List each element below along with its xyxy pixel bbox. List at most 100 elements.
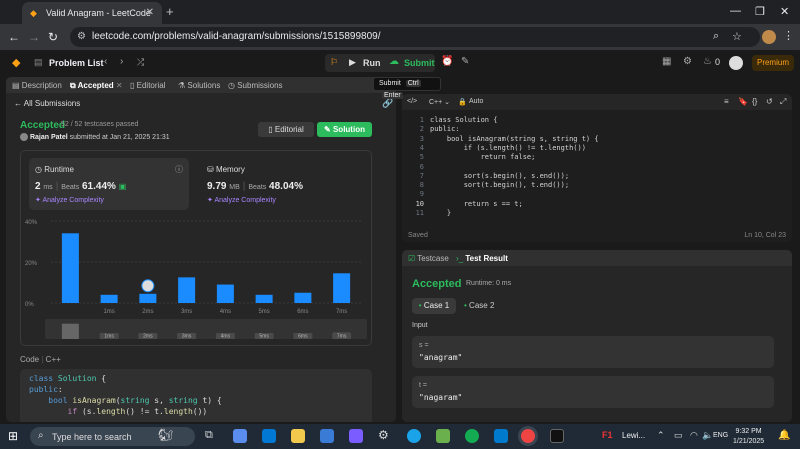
- streak-count: 0: [715, 57, 721, 67]
- restore-icon[interactable]: ❐: [755, 5, 765, 18]
- code-line[interactable]: public:: [430, 125, 460, 133]
- tab-submissions[interactable]: ◷ Submissions: [228, 81, 283, 90]
- auto-mode[interactable]: Auto: [449, 98, 483, 105]
- leetcode-logo-icon[interactable]: ◆: [12, 56, 20, 69]
- format-icon[interactable]: ≡: [724, 97, 729, 106]
- memory-card[interactable]: ⛁ Memory 9.79 MB | Beats 48.04% ✦ Analyze …: [201, 158, 361, 210]
- tray-chevron-icon[interactable]: ⌃: [657, 430, 665, 441]
- analyze-complexity-link-memory[interactable]: ✦ Analyze Complexity: [207, 196, 276, 204]
- prev-problem-icon[interactable]: ‹: [104, 56, 107, 67]
- reload-icon[interactable]: ↻: [48, 30, 58, 44]
- analyze-complexity-link[interactable]: ✦ Analyze Complexity: [35, 196, 104, 204]
- case-2-tab[interactable]: • Case 2: [464, 298, 504, 314]
- shuffle-icon[interactable]: ⤮: [137, 57, 144, 68]
- code-line[interactable]: return s == t;: [430, 200, 523, 208]
- info-icon[interactable]: ⓘ: [175, 164, 183, 175]
- tab-solutions[interactable]: ⚗ Solutions: [178, 81, 220, 90]
- code-line[interactable]: if (s.length() != t.length()): [430, 144, 586, 152]
- upload-icon[interactable]: ☁: [389, 56, 399, 67]
- user-avatar[interactable]: [729, 56, 743, 70]
- submit-button[interactable]: Submit: [404, 58, 435, 68]
- code-line[interactable]: return false;: [430, 153, 536, 161]
- file-explorer-icon[interactable]: [291, 429, 305, 443]
- language-select[interactable]: C++ ⌄: [429, 98, 450, 106]
- code-line[interactable]: class Solution {: [430, 116, 497, 124]
- leetcode-navbar: ◆ ▤ Problem List ‹ › ⤮ ⚐ ▶ Run ☁ Submit …: [0, 50, 800, 76]
- problem-list-link[interactable]: Problem List: [49, 58, 104, 68]
- close-window-icon[interactable]: ✕: [780, 5, 789, 18]
- tab-testcase[interactable]: ☑ Testcase: [408, 254, 449, 263]
- zoom-icon[interactable]: ⌕: [713, 30, 719, 43]
- bookmark-icon[interactable]: 🔖: [738, 97, 748, 106]
- fullscreen-icon[interactable]: ⤢: [780, 97, 786, 107]
- case-1-tab[interactable]: • Case 1: [412, 298, 456, 314]
- tab-description[interactable]: ▤ Description: [12, 81, 62, 90]
- all-submissions-link[interactable]: ← All Submissions: [14, 99, 80, 108]
- url-text[interactable]: leetcode.com/problems/valid-anagram/subm…: [92, 31, 381, 42]
- minimize-icon[interactable]: —: [730, 5, 741, 17]
- code-editor[interactable]: </> C++ ⌄ 🔒 Auto ≡ 🔖 {} ↺ ⤢ 1 2 3 4 5 6 7 8 9 10 1…: [402, 94, 792, 242]
- layout-icon[interactable]: ▦: [662, 56, 671, 67]
- line-number: 1: [419, 116, 424, 124]
- windows-start-icon[interactable]: ⊞: [8, 429, 18, 443]
- timer-icon[interactable]: ⏰: [441, 56, 453, 67]
- app-cube-icon[interactable]: [436, 429, 450, 443]
- code-line[interactable]: }: [430, 209, 451, 217]
- forward-icon[interactable]: →: [28, 30, 40, 44]
- code-line[interactable]: sort(t.begin(), t.end());: [430, 181, 569, 189]
- tab-editorial[interactable]: ▯ Editorial: [130, 81, 166, 90]
- reset-icon[interactable]: ↺: [766, 97, 773, 106]
- search-highlight-icon: 🐿: [158, 428, 174, 442]
- back-icon[interactable]: ←: [8, 30, 20, 44]
- settings-icon[interactable]: ⚙: [378, 428, 389, 442]
- braces-icon[interactable]: {}: [752, 97, 757, 106]
- taskbar-clock[interactable]: 9:32 PM 1/21/2025: [733, 427, 764, 447]
- taskbar-search[interactable]: ⌕ Type here to search 🐿: [30, 427, 195, 446]
- media-player-icon[interactable]: [349, 429, 363, 443]
- solution-button[interactable]: ✎ Solution: [317, 122, 372, 137]
- outlook-icon[interactable]: [262, 429, 276, 443]
- battery-icon[interactable]: ▭: [674, 430, 683, 441]
- runtime-card[interactable]: ◷ Runtime ⓘ 2 ms | Beats 61.44% ▣ ✦ Analyz…: [29, 158, 189, 210]
- close-tab-x-icon: ✕: [115, 81, 123, 90]
- f1-widget-icon[interactable]: F1: [602, 430, 613, 440]
- debug-icon[interactable]: ⚐: [330, 57, 338, 68]
- browser-tab[interactable]: ◆ Valid Anagram - LeetCode ✕: [22, 2, 162, 24]
- x-tick-label: 2ms: [142, 309, 153, 315]
- code-line[interactable]: bool isAnagram(string s, string t) {: [430, 135, 599, 143]
- task-view-icon[interactable]: ⧉: [205, 429, 213, 442]
- copilot-icon[interactable]: [233, 429, 247, 443]
- browser-menu-icon[interactable]: ⋮: [783, 29, 794, 42]
- vscode-icon[interactable]: [494, 429, 508, 443]
- bookmark-star-icon[interactable]: ☆: [732, 30, 742, 43]
- profile-avatar[interactable]: [762, 30, 776, 44]
- premium-button[interactable]: Premium: [752, 55, 794, 71]
- close-tab-icon[interactable]: ✕: [146, 7, 154, 18]
- input-language[interactable]: ENG: [713, 432, 728, 439]
- store-icon[interactable]: [320, 429, 334, 443]
- weather-widget[interactable]: Lewi...: [622, 431, 645, 440]
- chrome-icon[interactable]: [521, 429, 535, 443]
- site-info-icon[interactable]: ⚙: [77, 31, 86, 42]
- x-tick-label: 7ms: [336, 309, 347, 315]
- terminal-app-icon[interactable]: [550, 429, 564, 443]
- range-tick-label: 1ms: [104, 334, 114, 340]
- notification-bell-icon[interactable]: 🔔: [778, 430, 790, 441]
- editorial-button[interactable]: ▯ Editorial: [258, 122, 314, 137]
- next-problem-icon[interactable]: ›: [120, 56, 123, 67]
- tab-accepted[interactable]: ⧉ Accepted ✕: [70, 81, 123, 91]
- wifi-icon[interactable]: ◠: [690, 430, 698, 441]
- run-button[interactable]: Run: [363, 58, 381, 68]
- volume-icon[interactable]: 🔈: [702, 430, 713, 441]
- settings-gear-icon[interactable]: ⚙: [683, 56, 692, 67]
- mongodb-icon[interactable]: [465, 429, 479, 443]
- edge-icon[interactable]: [407, 429, 421, 443]
- new-tab-icon[interactable]: +: [166, 4, 174, 19]
- code-line[interactable]: sort(s.begin(), s.end());: [430, 172, 569, 180]
- notes-icon[interactable]: ✎: [461, 56, 469, 67]
- fire-icon[interactable]: ♨: [703, 56, 712, 67]
- tab-test-result[interactable]: ›_ Test Result: [456, 254, 508, 263]
- result-tabs: ☑ Testcase ›_ Test Result: [402, 250, 792, 266]
- address-bar[interactable]: ⚙ leetcode.com/problems/valid-anagram/su…: [70, 27, 760, 47]
- run-icon[interactable]: ▶: [349, 57, 356, 68]
